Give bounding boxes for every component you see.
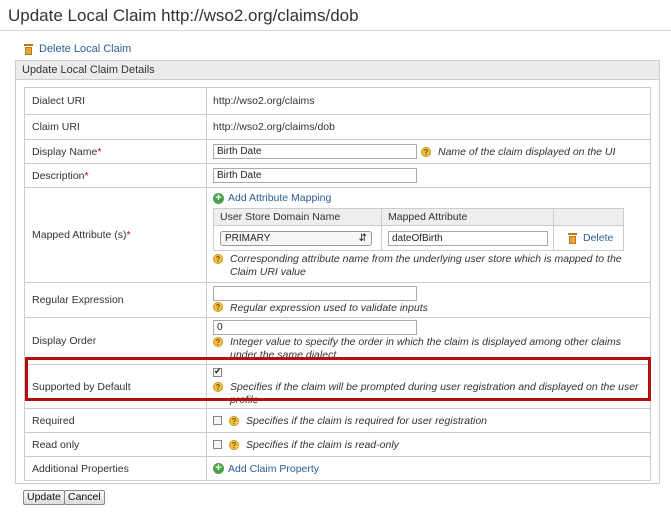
update-button[interactable]: Update (23, 490, 65, 505)
description-input[interactable] (213, 168, 417, 183)
table-row: Dialect URI http://wso2.org/claims (24, 87, 651, 115)
help-icon: ? (213, 381, 223, 392)
trash-icon (24, 43, 33, 55)
claim-uri-value: http://wso2.org/claims/dob (206, 114, 651, 140)
trash-icon (568, 232, 577, 244)
mapped-attribute-label: Mapped Attribute (s)* (24, 187, 207, 283)
read-only-label: Read only (24, 432, 207, 457)
help-icon: ? (229, 439, 239, 450)
help-icon: ? (213, 254, 223, 264)
regex-label: Regular Expression (24, 282, 207, 318)
table-row: Read only ? Specifies if the claim is re… (24, 432, 651, 457)
help-icon: ? (421, 146, 431, 157)
display-order-hint: Integer value to specify the order in wh… (230, 336, 622, 361)
dialect-uri-value: http://wso2.org/claims (206, 87, 651, 115)
regex-hint: Regular expression used to validate inpu… (230, 302, 428, 314)
add-attribute-mapping-label: Add Attribute Mapping (228, 192, 332, 204)
help-icon: ? (213, 302, 223, 312)
mapped-attribute-input[interactable] (388, 230, 548, 246)
add-icon: + (213, 463, 224, 474)
display-name-label: Display Name* (24, 139, 207, 164)
table-row: Mapped Attribute (s)* + Add Attribute Ma… (24, 187, 651, 283)
required-mark: * (126, 229, 131, 241)
description-label: Description* (24, 163, 207, 188)
required-label: Required (24, 408, 207, 433)
required-hint: Specifies if the claim is required for u… (246, 414, 488, 427)
claim-uri-label: Claim URI (24, 114, 207, 140)
table-row: PRIMARY ⇵ Delete (213, 225, 624, 251)
column-header: Mapped Attribute (381, 208, 554, 226)
delete-mapping-button[interactable]: Delete (560, 232, 623, 244)
claim-details-panel: Update Local Claim Details Dialect URI h… (15, 60, 660, 484)
read-only-checkbox[interactable] (213, 440, 222, 449)
help-icon: ? (229, 415, 239, 426)
table-row: Supported by Default ? Specifies if the … (24, 364, 651, 409)
display-order-input[interactable] (213, 320, 417, 335)
table-row: Claim URI http://wso2.org/claims/dob (24, 114, 651, 140)
required-mark: * (97, 145, 102, 158)
required-mark: * (84, 169, 89, 182)
add-attribute-mapping-link[interactable]: + Add Attribute Mapping (213, 192, 650, 204)
user-store-domain-select[interactable]: PRIMARY ⇵ (220, 230, 372, 246)
claim-form-table: Dialect URI http://wso2.org/claims Claim… (24, 87, 651, 481)
add-icon: + (213, 192, 224, 204)
table-row: Description* (24, 163, 651, 188)
mapped-attribute-hint: Corresponding attribute name from the un… (230, 253, 622, 278)
delete-local-claim-link[interactable]: Delete Local Claim (24, 43, 131, 55)
attribute-mapping-table: User Store Domain Name Mapped Attribute … (213, 208, 624, 251)
regex-input[interactable] (213, 286, 417, 301)
add-claim-property-link[interactable]: + Add Claim Property (213, 463, 650, 475)
cancel-button[interactable]: Cancel (64, 490, 105, 505)
table-row: Display Name* ? Name of the claim displa… (24, 139, 651, 164)
table-row: Regular Expression ? Regular expression … (24, 282, 651, 318)
supported-by-default-hint: Specifies if the claim will be prompted … (230, 380, 639, 406)
display-name-input[interactable] (213, 144, 417, 159)
display-name-hint: Name of the claim displayed on the UI (438, 145, 616, 158)
table-row: Required ? Specifies if the claim is req… (24, 408, 651, 433)
column-header (553, 208, 624, 226)
display-order-label: Display Order (24, 317, 207, 365)
table-row: Additional Properties + Add Claim Proper… (24, 456, 651, 481)
table-row: Display Order ? Integer value to specify… (24, 317, 651, 365)
required-checkbox[interactable] (213, 416, 222, 425)
select-arrows-icon: ⇵ (358, 232, 367, 244)
page-title: Update Local Claim http://wso2.org/claim… (8, 6, 359, 25)
panel-title: Update Local Claim Details (16, 61, 659, 80)
supported-by-default-label: Supported by Default (24, 364, 207, 409)
title-divider (0, 30, 671, 31)
additional-properties-label: Additional Properties (24, 456, 207, 481)
delete-local-claim-label: Delete Local Claim (39, 43, 132, 55)
delete-mapping-label: Delete (583, 232, 614, 244)
column-header: User Store Domain Name (213, 208, 382, 226)
dialect-uri-label: Dialect URI (24, 87, 207, 115)
supported-by-default-checkbox[interactable] (213, 366, 222, 378)
add-claim-property-label: Add Claim Property (228, 462, 320, 475)
read-only-hint: Specifies if the claim is read-only (246, 438, 399, 451)
help-icon: ? (213, 337, 223, 347)
